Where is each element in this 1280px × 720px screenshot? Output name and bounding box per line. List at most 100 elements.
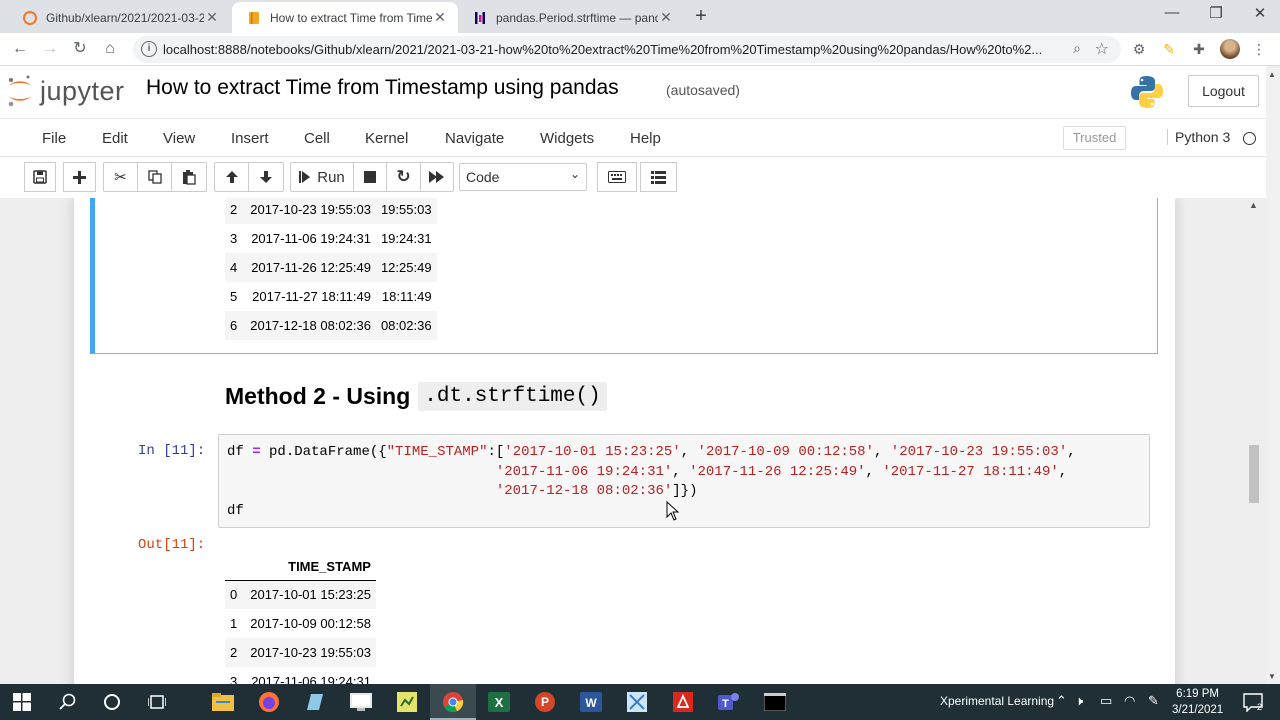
acrobat-icon[interactable] <box>671 690 695 714</box>
scroll-up-icon[interactable]: ▲ <box>1268 70 1276 79</box>
windows-start-icon[interactable] <box>10 690 34 714</box>
tab-close-icon[interactable]: ✕ <box>432 9 448 26</box>
app-notepad-icon[interactable] <box>303 690 327 714</box>
menu-file[interactable]: File <box>42 130 66 147</box>
app-notes-icon[interactable] <box>395 690 419 714</box>
move-down-button[interactable] <box>248 162 284 192</box>
system-clock[interactable]: 6:19 PM 3/21/2021 <box>1172 686 1223 718</box>
command-palette-button[interactable] <box>597 162 637 192</box>
maximize-icon[interactable]: ❐ <box>1194 4 1238 22</box>
notifications-icon[interactable]: 2 <box>1241 690 1265 714</box>
save-button[interactable] <box>24 162 56 192</box>
tray-chevron-up-icon[interactable]: ⌃ <box>1056 693 1067 709</box>
kernel-idle-indicator-icon <box>1243 132 1256 145</box>
browser-tab-github[interactable]: Github/xlearn/2021/2021-03-21- ✕ <box>8 2 230 33</box>
code-string: '2017-11-27 18:11:49' <box>882 463 1059 480</box>
cut-button[interactable]: ✂ <box>103 162 138 192</box>
terminal-icon[interactable] <box>763 690 787 714</box>
kernel-name: Python 3 <box>1167 129 1230 145</box>
browser-tab-strip: Github/xlearn/2021/2021-03-21- ✕ How to … <box>0 0 1280 33</box>
file-explorer-icon[interactable] <box>211 690 235 714</box>
menu-insert[interactable]: Insert <box>231 130 269 147</box>
firefox-icon[interactable] <box>257 690 281 714</box>
menu-cell[interactable]: Cell <box>304 130 330 147</box>
browser-tab-pandas-docs[interactable]: pandas.Period.strftime — pandas ✕ <box>458 2 684 33</box>
pen-icon[interactable]: ✎ <box>1148 693 1159 709</box>
notebook-favicon-icon <box>246 10 262 26</box>
chrome-icon[interactable] <box>441 690 465 714</box>
scroll-up-arrow-icon[interactable]: ▲ <box>1249 200 1258 210</box>
menu-edit[interactable]: Edit <box>102 130 128 147</box>
menu-view[interactable]: View <box>163 130 195 147</box>
move-up-button[interactable] <box>214 162 249 192</box>
copy-button[interactable] <box>137 162 172 192</box>
reload-icon[interactable]: ↻ <box>70 39 90 59</box>
jupyter-logo[interactable]: jupyter <box>6 72 125 110</box>
code-token: df <box>227 444 253 460</box>
notebook-title[interactable]: How to extract Time from Timestamp using… <box>146 76 619 100</box>
chevron-down-icon: ⌄ <box>569 167 580 181</box>
timestamp-cell: 2017-11-26 12:25:49 <box>245 253 376 282</box>
notebook-scrollbar-thumb[interactable] <box>1249 445 1259 503</box>
tab-close-icon[interactable]: ✕ <box>204 9 220 26</box>
browser-tab-notebook[interactable]: How to extract Time from Timest ✕ <box>232 2 458 33</box>
chrome-menu-icon[interactable]: ⋮ <box>1250 40 1268 58</box>
new-tab-icon[interactable]: + <box>691 5 711 28</box>
task-view-icon[interactable] <box>145 690 169 714</box>
search-icon[interactable] <box>56 690 80 714</box>
toc-button[interactable] <box>640 162 677 192</box>
profile-avatar[interactable] <box>1220 39 1240 59</box>
snipping-tool-icon[interactable] <box>625 690 649 714</box>
app-window-icon[interactable] <box>349 690 373 714</box>
table-row: 3 2017-11-06 19:24:31 19:24:31 <box>225 224 437 253</box>
battery-icon[interactable]: ▭ <box>1100 693 1112 709</box>
wifi-icon[interactable]: ◠ <box>1124 693 1135 709</box>
time-cell: 18:11:49 <box>381 289 432 304</box>
back-icon[interactable]: ← <box>10 39 30 59</box>
excel-icon[interactable]: X <box>487 690 511 714</box>
extension-icon[interactable]: ⚙ <box>1130 40 1148 58</box>
word-icon[interactable]: W <box>579 690 603 714</box>
menu-help[interactable]: Help <box>630 130 661 147</box>
highlighter-extension-icon[interactable]: ✎ <box>1160 40 1178 58</box>
powerpoint-icon[interactable]: P <box>533 690 557 714</box>
cell-type-select[interactable]: Code ⌄ <box>459 163 587 191</box>
menu-kernel[interactable]: Kernel <box>365 130 408 147</box>
menu-navigate[interactable]: Navigate <box>445 130 504 147</box>
previous-output-table: 2 2017-10-23 19:55:03 19:55:03 3 2017-11… <box>225 198 437 340</box>
timestamp-cell: 2017-10-23 19:55:03 <box>245 638 376 667</box>
forward-icon[interactable]: → <box>40 39 60 59</box>
run-button[interactable]: Run <box>290 162 354 192</box>
teams-icon[interactable]: T <box>717 690 741 714</box>
scroll-down-icon[interactable]: ▼ <box>1268 672 1276 681</box>
trusted-indicator[interactable]: Trusted <box>1063 126 1126 150</box>
notification-count: 2 <box>1257 702 1262 712</box>
restart-run-all-button[interactable] <box>420 162 454 192</box>
bookmark-star-icon[interactable]: ☆ <box>1095 39 1109 59</box>
code-string: '2017-11-26 12:25:49' <box>689 463 866 480</box>
code-editor[interactable]: df = pd.DataFrame({"TIME_STAMP":['2017-1… <box>227 443 1076 521</box>
address-bar[interactable]: i localhost:8888/notebooks/Github/xlearn… <box>133 36 1121 63</box>
zoom-icon[interactable]: ⌕ <box>1073 40 1081 57</box>
input-prompt: In [11]: <box>138 443 206 459</box>
cortana-icon[interactable] <box>100 690 124 714</box>
site-info-icon[interactable]: i <box>141 41 157 57</box>
home-icon[interactable]: ⌂ <box>100 39 120 59</box>
paste-button[interactable] <box>171 162 207 192</box>
time-cell: 19:55:03 <box>375 198 437 224</box>
code-cell-input[interactable]: df = pd.DataFrame({"TIME_STAMP":['2017-1… <box>218 434 1150 528</box>
minimize-icon[interactable]: — <box>1150 4 1194 21</box>
page-scrollbar[interactable]: ▲ ▼ <box>1266 66 1280 684</box>
tab-close-icon[interactable]: ✕ <box>658 9 674 26</box>
menu-widgets[interactable]: Widgets <box>540 130 594 147</box>
insert-cell-button[interactable] <box>63 162 96 192</box>
logout-button[interactable]: Logout <box>1188 75 1259 107</box>
interrupt-kernel-button[interactable] <box>353 162 387 192</box>
restart-kernel-button[interactable]: ↻ <box>386 162 421 192</box>
tray-label[interactable]: Xperimental Learning <box>940 694 1054 708</box>
extensions-puzzle-icon[interactable]: ✚ <box>1190 40 1208 58</box>
volume-icon[interactable]: 🕨 <box>1075 693 1083 709</box>
close-window-icon[interactable]: ✕ <box>1238 4 1280 22</box>
table-row: 0 2017-10-01 15:23:25 <box>225 580 376 609</box>
paste-icon <box>183 169 196 185</box>
